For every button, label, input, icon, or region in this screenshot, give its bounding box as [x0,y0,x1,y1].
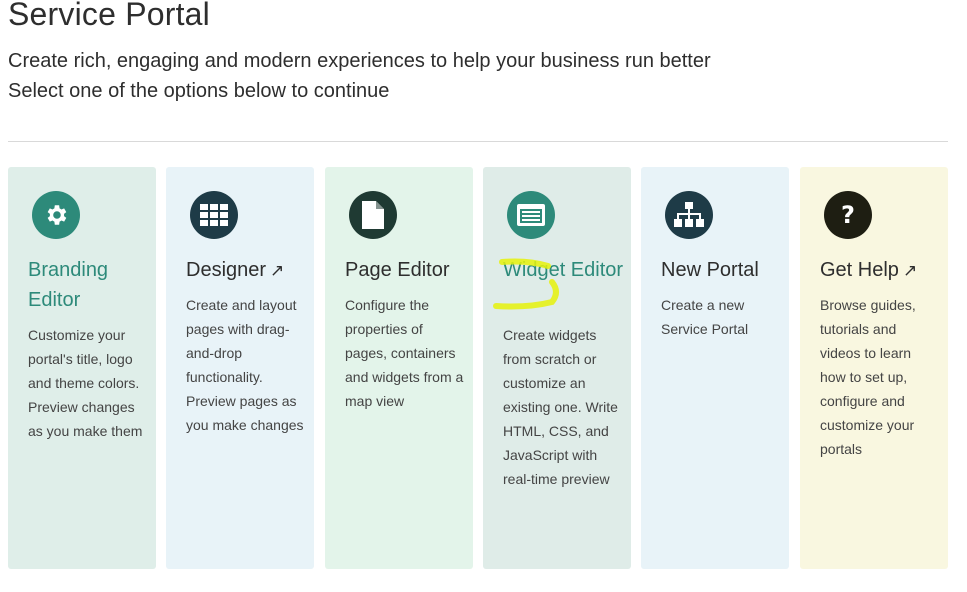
page-instruction: Select one of the options below to conti… [8,80,390,102]
question-icon: ? [824,191,872,239]
get-help-title-text: Get Help [820,259,899,281]
external-link-icon: ↗ [270,261,285,280]
widget-editor-title: Widget Editor [503,259,624,281]
designer-title: Designer ↗ [186,255,311,286]
get-help-title: Get Help ↗ [820,255,945,286]
gear-icon [32,191,80,239]
widget-editor-description: Create widgets from scratch or customize… [503,327,618,487]
new-portal-description: Create a new Service Portal [661,297,749,337]
branding-editor-title: Branding Editor [28,259,109,311]
page-editor-title: Page Editor [345,259,450,281]
designer-title-text: Designer [186,259,267,281]
page-editor-description: Configure the properties of pages, conta… [345,297,464,409]
branding-editor-card[interactable]: Branding Editor Customize your portal's … [8,167,156,569]
widget-editor-card[interactable]: Widget Editor Create widgets from scratc… [483,167,631,569]
header-divider [8,141,948,142]
new-portal-title: New Portal [661,259,759,281]
document-icon [349,191,397,239]
new-portal-card[interactable]: New Portal Create a new Service Portal [641,167,789,569]
get-help-card[interactable]: ? Get Help ↗ Browse guides, tutorials and… [800,167,948,569]
page-subtitle: Create rich, engaging and modern experie… [8,50,711,72]
designer-card[interactable]: Designer ↗ Create and layout pages with d… [166,167,314,569]
external-link-icon: ↗ [902,261,918,280]
branding-editor-description: Customize your portal's title, logo and … [28,327,143,439]
page-editor-card[interactable]: Page Editor Configure the properties of … [325,167,473,569]
get-help-description: Browse guides, tutorials and videos to l… [820,297,916,457]
sitemap-icon [665,191,713,239]
page-title: Service Portal [8,0,210,32]
grid-icon [190,191,238,239]
widget-window-icon [507,191,555,239]
options-grid: Branding Editor Customize your portal's … [8,167,948,569]
designer-description: Create and layout pages with drag-and-dr… [186,297,304,433]
